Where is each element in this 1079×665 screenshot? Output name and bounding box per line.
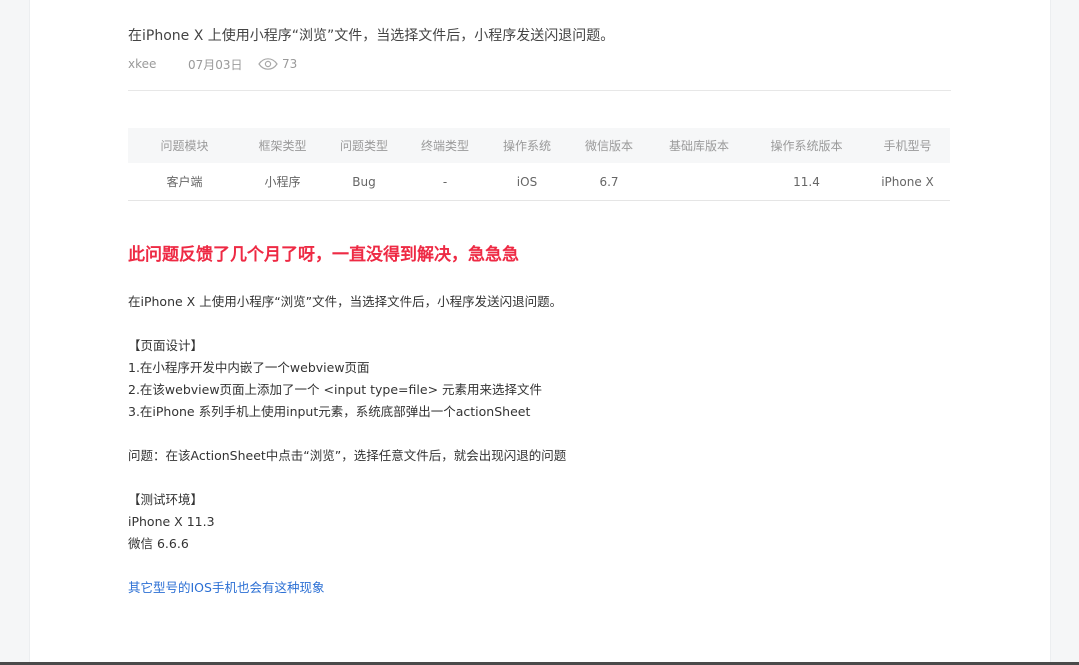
design-item: 1.在小程序开发中内嵌了一个webview页面 — [128, 360, 370, 375]
cell-os: iOS — [486, 163, 568, 201]
cell-os-version: 11.4 — [748, 163, 865, 201]
cell-module: 客户端 — [128, 163, 241, 201]
post-meta: xkee 07月03日 73 — [128, 55, 297, 73]
design-item: 2.在该webview页面上添加了一个 <input type=file> 元素… — [128, 382, 543, 397]
intro-text: 在iPhone X 上使用小程序“浏览”文件，当选择文件后，小程序发送闪退问题。 — [128, 294, 563, 309]
header-lib-version: 基础库版本 — [650, 128, 748, 163]
header-module: 问题模块 — [128, 128, 241, 163]
header-phone-model: 手机型号 — [865, 128, 950, 163]
post-date: 07月03日 — [188, 57, 243, 72]
post-card: 在iPhone X 上使用小程序“浏览”文件，当选择文件后，小程序发送闪退问题。… — [29, 0, 1051, 662]
cell-terminal: - — [404, 163, 486, 201]
post-title[interactable]: 在iPhone X 上使用小程序“浏览”文件，当选择文件后，小程序发送闪退问题。 — [128, 26, 614, 46]
header-issue-type: 问题类型 — [324, 128, 404, 163]
cell-issue-type: Bug — [324, 163, 404, 201]
post-headline: 此问题反馈了几个月了呀，一直没得到解决，急急急 — [128, 245, 519, 265]
env-heading: 【测试环境】 — [128, 492, 204, 507]
view-count: 73 — [282, 57, 298, 71]
env-item: 微信 6.6.6 — [128, 536, 189, 551]
cell-phone-model: iPhone X — [865, 163, 950, 201]
header-framework: 框架类型 — [241, 128, 324, 163]
cell-framework: 小程序 — [241, 163, 324, 201]
other-models-link[interactable]: 其它型号的IOS手机也会有这种现象 — [128, 577, 951, 599]
divider — [128, 90, 951, 91]
design-item: 3.在iPhone 系列手机上使用input元素，系统底部弹出一个actionS… — [128, 404, 531, 419]
header-wechat-version: 微信版本 — [568, 128, 650, 163]
author-name[interactable]: xkee — [128, 57, 188, 71]
cell-wechat-version: 6.7 — [568, 163, 650, 201]
post-body: 在iPhone X 上使用小程序“浏览”文件，当选择文件后，小程序发送闪退问题。… — [128, 291, 951, 599]
eye-icon — [258, 58, 278, 70]
cell-lib-version — [650, 163, 748, 201]
header-terminal: 终端类型 — [404, 128, 486, 163]
problem-text: 问题：在该ActionSheet中点击“浏览”，选择任意文件后，就会出现闪退的问… — [128, 448, 567, 463]
design-heading: 【页面设计】 — [128, 338, 204, 353]
header-os: 操作系统 — [486, 128, 568, 163]
table-row: 客户端 小程序 Bug - iOS 6.7 11.4 iPhone X — [128, 163, 950, 201]
issue-info-table: 问题模块 框架类型 问题类型 终端类型 操作系统 微信版本 基础库版本 操作系统… — [128, 128, 950, 201]
header-os-version: 操作系统版本 — [748, 128, 865, 163]
env-item: iPhone X 11.3 — [128, 514, 215, 529]
table-header-row: 问题模块 框架类型 问题类型 终端类型 操作系统 微信版本 基础库版本 操作系统… — [128, 128, 950, 163]
